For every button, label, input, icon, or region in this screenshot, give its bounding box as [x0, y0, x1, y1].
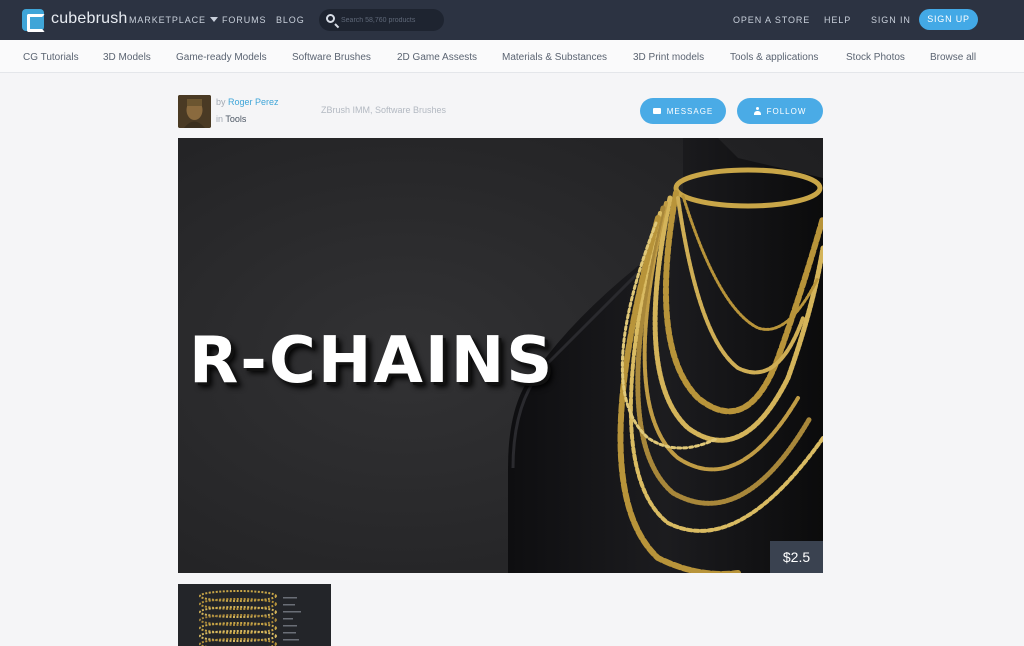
- price-badge[interactable]: $2.5: [770, 541, 823, 573]
- category-3d-print-models[interactable]: 3D Print models: [633, 52, 704, 63]
- user-icon: [753, 107, 761, 115]
- hero-title-text: R-CHAINS: [189, 324, 555, 398]
- category-bar: CG Tutorials 3D Models Game-ready Models…: [0, 40, 1024, 73]
- category-materials-substances[interactable]: Materials & Substances: [502, 52, 607, 63]
- author-link[interactable]: Roger Perez: [228, 97, 279, 107]
- follow-button[interactable]: FOLLOW: [737, 98, 823, 124]
- search-input[interactable]: [341, 13, 439, 27]
- sign-up-button[interactable]: SIGN UP: [919, 9, 978, 30]
- category-browse-all[interactable]: Browse all: [930, 52, 976, 63]
- top-navbar: cubebrush MARKETPLACE FORUMS BLOG OPEN A…: [0, 0, 1024, 40]
- author-byline: by Roger Perez: [216, 97, 279, 107]
- category-cg-tutorials[interactable]: CG Tutorials: [23, 52, 79, 63]
- category-2d-game-assets[interactable]: 2D Game Assests: [397, 52, 477, 63]
- gallery-thumbnail[interactable]: [178, 584, 331, 646]
- category-stock-photos[interactable]: Stock Photos: [846, 52, 905, 63]
- product-category-link[interactable]: Tools: [225, 114, 246, 124]
- author-avatar[interactable]: [178, 95, 211, 128]
- help-link[interactable]: HELP: [824, 15, 851, 25]
- thumbnail-image: [178, 584, 331, 646]
- message-button[interactable]: MESSAGE: [640, 98, 726, 124]
- product-tags[interactable]: ZBrush IMM, Software Brushes: [321, 105, 446, 115]
- open-store-link[interactable]: OPEN A STORE: [733, 15, 810, 25]
- envelope-icon: [652, 108, 661, 114]
- nav-marketplace[interactable]: MARKETPLACE: [129, 15, 218, 25]
- nav-blog[interactable]: BLOG: [276, 15, 305, 25]
- search-icon[interactable]: [326, 14, 335, 23]
- category-tools-applications[interactable]: Tools & applications: [730, 52, 818, 63]
- product-hero-image[interactable]: R-CHAINS: [178, 138, 823, 573]
- cubebrush-logo-icon[interactable]: [22, 9, 45, 32]
- brand-name[interactable]: cubebrush: [51, 10, 128, 28]
- category-game-ready-models[interactable]: Game-ready Models: [176, 52, 267, 63]
- category-line: in Tools: [216, 114, 247, 124]
- category-software-brushes[interactable]: Software Brushes: [292, 52, 371, 63]
- chevron-down-icon: [209, 17, 218, 22]
- search-box: [319, 9, 444, 31]
- nav-forums[interactable]: FORUMS: [222, 15, 266, 25]
- sign-in-link[interactable]: SIGN IN: [871, 15, 911, 25]
- avatar-image: [178, 95, 211, 128]
- category-3d-models[interactable]: 3D Models: [103, 52, 151, 63]
